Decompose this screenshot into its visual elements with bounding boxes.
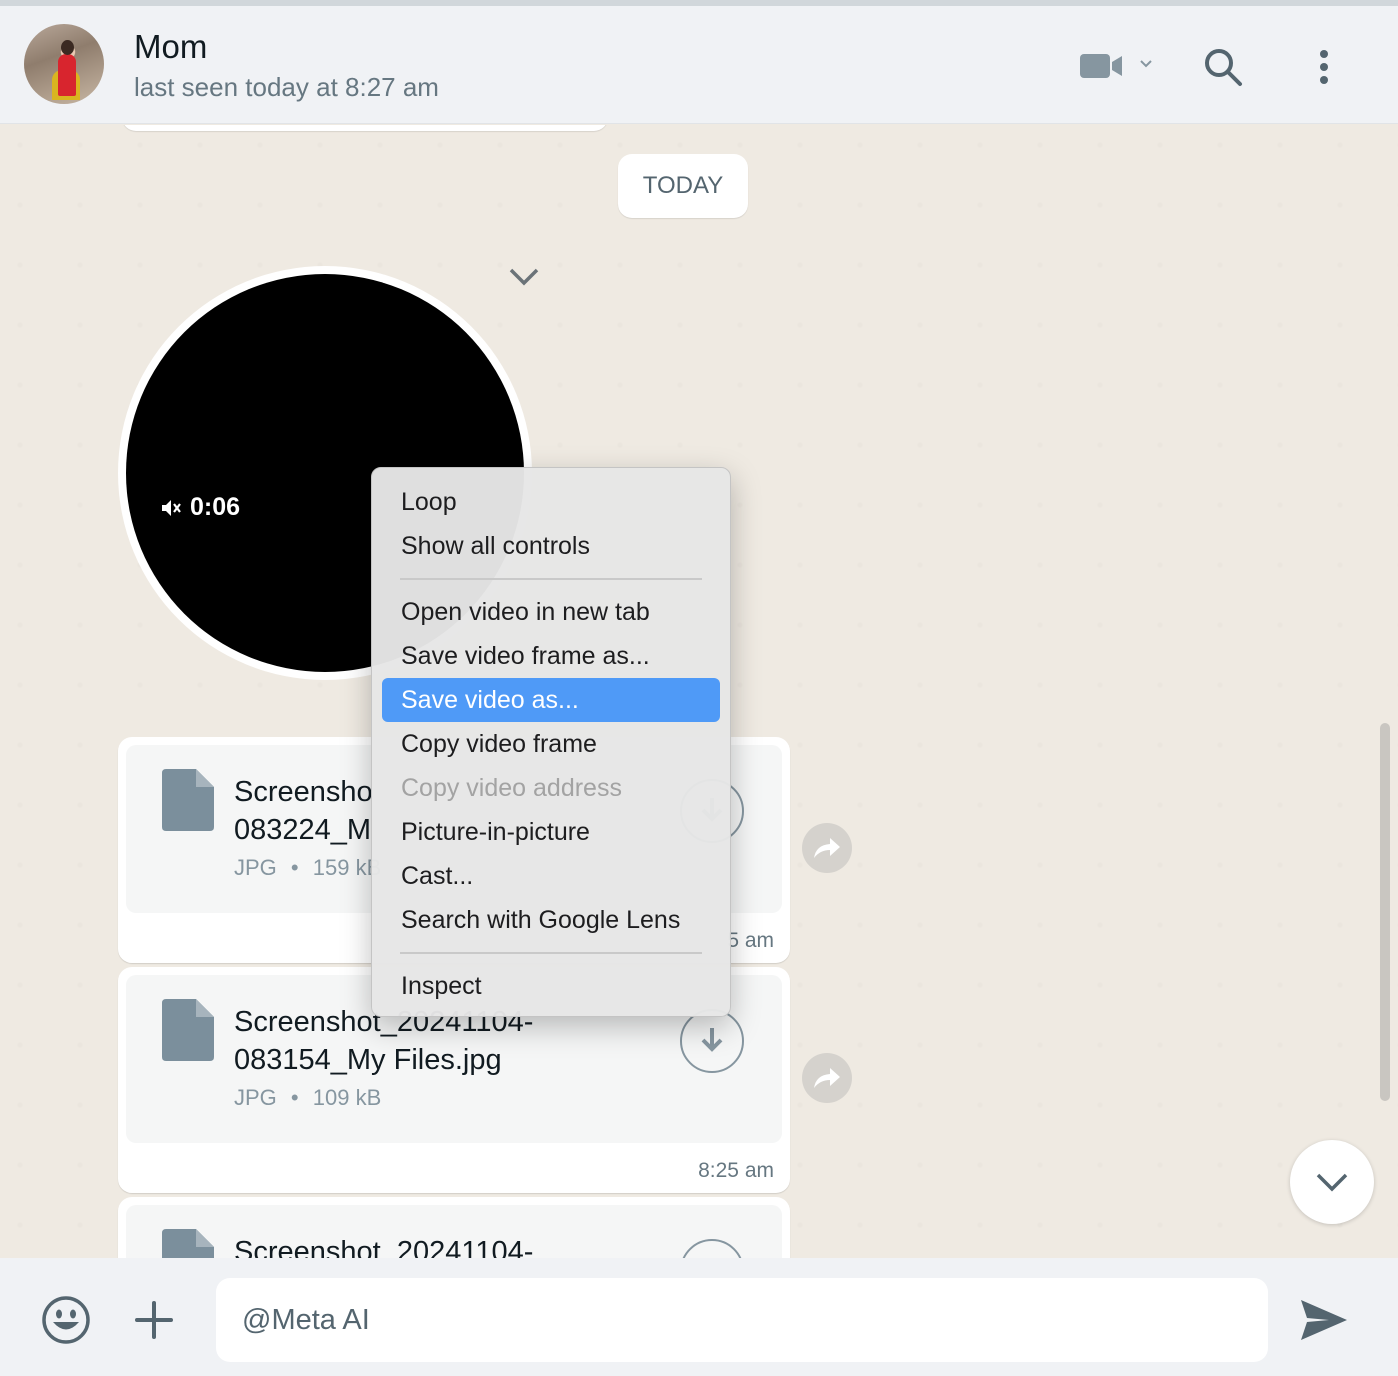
avatar[interactable] xyxy=(24,24,104,104)
file-message[interactable]: Screenshot_20241104- xyxy=(118,1197,790,1258)
previous-message-bubble xyxy=(122,125,608,131)
menu-item-open-video-new-tab[interactable]: Open video in new tab xyxy=(382,590,720,634)
chevron-down-icon[interactable] xyxy=(1136,54,1156,74)
muted-speaker-icon xyxy=(162,499,181,516)
search-icon[interactable] xyxy=(1200,44,1246,90)
video-duration: 0:06 xyxy=(190,493,241,521)
scroll-to-bottom-button[interactable] xyxy=(1290,1140,1374,1224)
send-icon[interactable] xyxy=(1298,1296,1350,1344)
message-input[interactable]: @Meta AI xyxy=(216,1278,1268,1362)
forward-button[interactable] xyxy=(802,823,852,873)
message-time: 5 am xyxy=(727,929,774,952)
document-icon xyxy=(162,999,214,1066)
more-options-icon[interactable] xyxy=(1310,44,1338,90)
file-name: Screenshot_20241104- xyxy=(234,1236,534,1258)
message-menu-chevron-icon[interactable] xyxy=(506,265,542,294)
document-icon xyxy=(162,1229,214,1258)
forward-button[interactable] xyxy=(802,1053,852,1103)
menu-item-google-lens[interactable]: Search with Google Lens xyxy=(382,898,720,942)
date-divider: TODAY xyxy=(618,154,748,218)
compose-footer: @Meta AI xyxy=(0,1258,1398,1376)
file-meta: JPG • 109 kB xyxy=(234,1085,382,1110)
contact-status: last seen today at 8:27 am xyxy=(134,72,439,102)
menu-item-save-video[interactable]: Save video as... xyxy=(382,678,720,722)
video-duration-overlay: 0:06 xyxy=(160,493,240,522)
download-arrow-icon xyxy=(701,1028,723,1052)
menu-item-show-all-controls[interactable]: Show all controls xyxy=(382,524,720,568)
menu-item-picture-in-picture[interactable]: Picture-in-picture xyxy=(382,810,720,854)
file-meta: JPG • 159 kB xyxy=(234,855,382,880)
chat-header[interactable]: Mom last seen today at 8:27 am xyxy=(0,6,1398,124)
document-icon xyxy=(162,769,214,836)
menu-item-inspect[interactable]: Inspect xyxy=(382,964,720,1008)
menu-item-loop[interactable]: Loop xyxy=(382,480,720,524)
menu-separator xyxy=(400,578,702,580)
contact-name[interactable]: Mom xyxy=(134,28,207,66)
forward-icon xyxy=(814,1068,840,1088)
download-button[interactable] xyxy=(680,1009,744,1073)
menu-item-copy-video-frame[interactable]: Copy video frame xyxy=(382,722,720,766)
menu-item-save-video-frame[interactable]: Save video frame as... xyxy=(382,634,720,678)
download-button[interactable] xyxy=(680,1239,744,1258)
message-time: 8:25 am xyxy=(698,1159,774,1182)
file-card[interactable]: Screenshot_20241104- xyxy=(126,1205,782,1258)
video-context-menu[interactable]: Loop Show all controls Open video in new… xyxy=(371,467,731,1017)
menu-item-cast[interactable]: Cast... xyxy=(382,854,720,898)
menu-item-copy-video-address: Copy video address xyxy=(401,773,622,802)
forward-icon xyxy=(814,838,840,858)
emoji-icon[interactable] xyxy=(40,1294,92,1346)
plus-icon[interactable] xyxy=(132,1298,176,1342)
video-call-icon[interactable] xyxy=(1078,46,1126,86)
menu-separator xyxy=(400,952,702,954)
chevron-down-icon xyxy=(1316,1173,1348,1192)
scrollbar[interactable] xyxy=(1380,723,1390,1101)
